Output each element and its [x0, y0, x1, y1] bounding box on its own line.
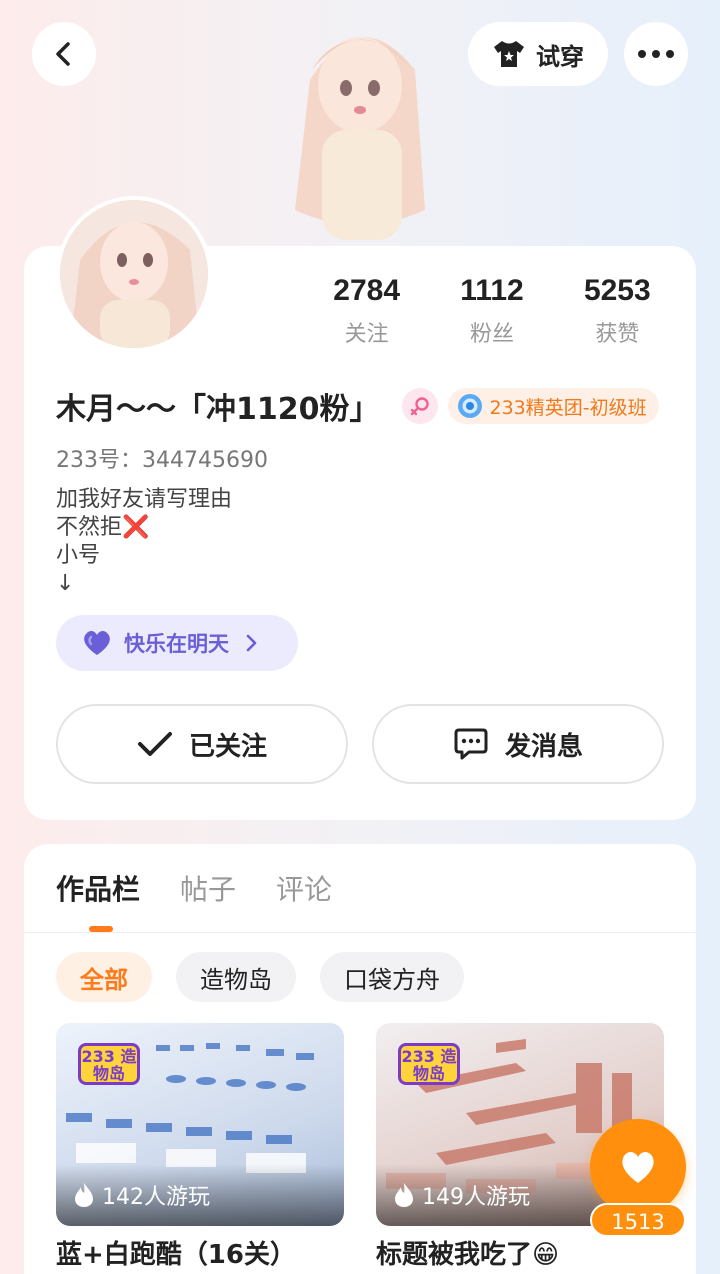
followed-button[interactable]: 已关注: [56, 704, 348, 784]
team-badge[interactable]: 233精英团-初级班: [447, 388, 659, 424]
stat-value: 5253: [583, 274, 651, 307]
team-badge-label: 233精英团-初级班: [489, 396, 647, 419]
game-card[interactable]: 233 造物岛 142人游玩: [56, 1023, 344, 1226]
creation-island-logo: 233 造物岛: [78, 1043, 140, 1085]
tab-works[interactable]: 作品栏: [56, 868, 140, 908]
mood-tag-pill[interactable]: 快乐在明天: [56, 615, 298, 671]
avatar-3d-figure: [295, 37, 425, 240]
like-count: 1513: [590, 1203, 686, 1237]
stat-likes[interactable]: 5253 获赞: [555, 274, 680, 348]
filter-all[interactable]: 全部: [56, 952, 152, 1002]
mood-tag-label: 快乐在明天: [124, 632, 229, 656]
check-icon: [137, 732, 172, 756]
username: 木月～～「冲1120粉」: [56, 392, 380, 427]
game-title[interactable]: 标题被我吃了😁: [376, 1234, 559, 1271]
play-count: 149人游玩: [422, 1185, 530, 1210]
stat-followers[interactable]: 1112 粉丝: [429, 274, 554, 348]
filter-pocket-ark[interactable]: 口袋方舟: [320, 952, 464, 1002]
user-id: 233号：344745690: [56, 448, 268, 473]
shirt-icon: [494, 41, 524, 67]
stat-value: 2784: [333, 274, 401, 307]
content-tabs: 作品栏 帖子 评论: [56, 868, 332, 908]
play-count-overlay: 142人游玩: [56, 1164, 344, 1226]
more-options-button[interactable]: [624, 22, 688, 86]
medal-icon: [457, 394, 482, 418]
stat-value: 1112: [460, 274, 524, 307]
chat-bubble-icon: [454, 728, 488, 760]
filter-creation-island[interactable]: 造物岛: [176, 952, 296, 1002]
back-button[interactable]: [32, 22, 96, 86]
stat-following[interactable]: 2784 关注: [304, 274, 429, 348]
bio-text: 加我好友请写理由 不然拒❌ 小号 ↓: [56, 487, 233, 596]
heart-icon: [622, 1151, 654, 1183]
play-count: 142人游玩: [102, 1185, 210, 1210]
chevron-left-icon: [56, 42, 70, 66]
send-message-button[interactable]: 发消息: [372, 704, 664, 784]
game-title[interactable]: 蓝+白跑酷（16关）: [56, 1234, 296, 1271]
try-on-button[interactable]: 试穿: [468, 22, 608, 86]
tab-comments[interactable]: 评论: [276, 868, 332, 908]
female-icon: [410, 397, 429, 416]
avatar-image: [60, 200, 208, 348]
try-on-label: 试穿: [536, 42, 584, 71]
more-dots-icon: [638, 50, 674, 58]
tab-posts[interactable]: 帖子: [180, 868, 236, 908]
avatar[interactable]: [56, 196, 212, 352]
chevron-right-icon: [246, 634, 257, 652]
filter-chips: 全部 造物岛 口袋方舟: [56, 952, 464, 1002]
stats-row: 2784 关注 1112 粉丝 5253 获赞: [304, 274, 680, 348]
flame-icon: [395, 1183, 413, 1207]
followed-label: 已关注: [188, 731, 267, 762]
like-button[interactable]: [590, 1119, 686, 1215]
flame-icon: [75, 1183, 93, 1207]
creation-island-logo: 233 造物岛: [398, 1043, 460, 1085]
send-message-label: 发消息: [504, 731, 583, 762]
stat-label: 关注: [344, 322, 389, 347]
gender-badge: [401, 388, 438, 424]
heart-icon: [84, 631, 110, 655]
stat-label: 粉丝: [469, 322, 514, 347]
stat-label: 获赞: [595, 322, 640, 347]
name-row: 木月～～「冲1120粉」 233精英团-初级班: [56, 384, 659, 428]
tabs-divider: [24, 932, 696, 933]
